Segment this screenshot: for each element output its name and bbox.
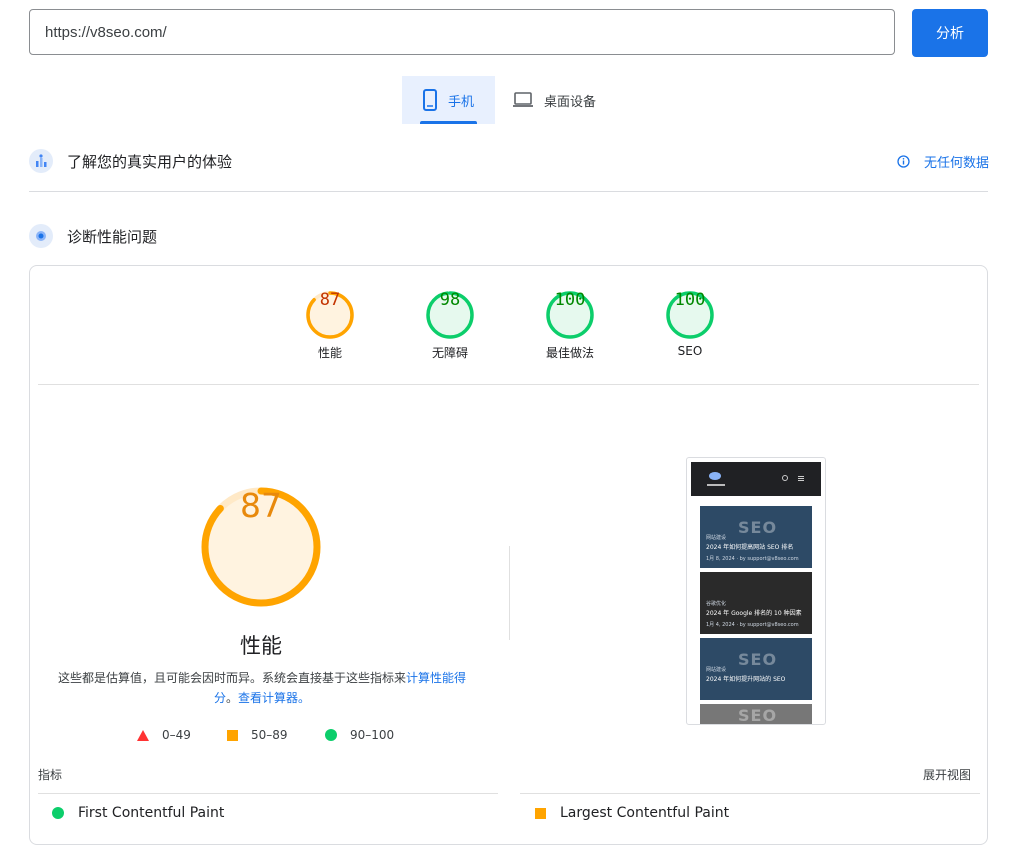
performance-score: 87 xyxy=(240,486,282,525)
gauge-best-practices[interactable]: 100 最佳做法 xyxy=(545,290,595,361)
average-square-icon xyxy=(227,729,238,741)
vertical-divider xyxy=(509,546,510,640)
metric-name: First Contentful Paint xyxy=(78,805,225,821)
legend-pass: 90–100 xyxy=(325,728,394,742)
description-text: 这些都是估算值，且可能会因时而异。系统会直接基于这些指标来 xyxy=(57,671,406,685)
diagnose-icon xyxy=(29,224,53,248)
metric-name: Largest Contentful Paint xyxy=(560,805,730,821)
tab-desktop[interactable]: 桌面设备 xyxy=(508,76,618,124)
smartphone-icon xyxy=(422,89,438,111)
expand-view-toggle[interactable]: 展开视图 xyxy=(923,766,971,783)
legend-fail: 0–49 xyxy=(137,728,191,742)
legend-range: 90–100 xyxy=(350,728,395,742)
gauge-seo[interactable]: 100 SEO xyxy=(665,290,715,358)
performance-description: 这些都是估算值，且可能会因时而异。系统会直接基于这些指标来计算性能得分。查看计算… xyxy=(52,668,472,708)
gauge-label: 最佳做法 xyxy=(545,346,594,360)
gauge-score: 87 xyxy=(319,290,341,310)
screenshot-card: SEO 网站建设 2024 年如何提升网站的 SEO xyxy=(700,638,812,700)
gauge-score: 100 xyxy=(554,290,586,310)
report-panel: 87 性能 98 无障碍 100 最佳做法 100 SEO 87 性能 这些都是… xyxy=(29,265,988,845)
legend-range: 50–89 xyxy=(251,728,288,742)
legend-average: 50–89 xyxy=(227,728,288,742)
laptop-icon xyxy=(512,92,534,108)
metric-fcp: First Contentful Paint xyxy=(52,805,224,821)
lab-data-header: 诊断性能问题 xyxy=(29,224,989,248)
tab-mobile[interactable]: 手机 xyxy=(402,76,495,124)
metric-divider xyxy=(38,793,498,794)
field-data-title: 了解您的真实用户的体验 xyxy=(67,152,233,171)
average-square-icon xyxy=(535,807,546,819)
screenshot-card: 谷歌优化 2024 年 Google 排名的 10 种因素 1月 4, 2024… xyxy=(700,572,812,634)
metrics-header: 指标 xyxy=(38,768,63,782)
url-input[interactable] xyxy=(29,9,895,55)
gauge-accessibility[interactable]: 98 无障碍 xyxy=(425,290,475,361)
legend-range: 0–49 xyxy=(162,728,191,742)
lab-data-title: 诊断性能问题 xyxy=(67,227,158,246)
gauge-label: 无障碍 xyxy=(431,346,468,360)
users-chart-icon xyxy=(29,149,53,173)
field-data-header: 了解您的真实用户的体验 无任何数据 xyxy=(29,149,989,173)
gauge-score: 98 xyxy=(439,290,461,310)
pass-circle-icon xyxy=(325,729,337,741)
screenshot-card: SEO xyxy=(700,704,812,724)
metric-lcp: Largest Contentful Paint xyxy=(535,805,729,821)
gauge-label: SEO xyxy=(677,344,703,358)
analyze-button[interactable]: 分析 xyxy=(912,9,988,57)
no-data-link[interactable]: 无任何数据 xyxy=(897,152,989,171)
gauge-performance[interactable]: 87 性能 xyxy=(305,290,355,361)
tab-desktop-label: 桌面设备 xyxy=(544,94,597,110)
description-sep: 。 xyxy=(225,691,238,705)
no-data-label: 无任何数据 xyxy=(923,155,989,171)
fail-triangle-icon xyxy=(137,729,149,741)
metric-divider xyxy=(520,793,980,794)
section-divider xyxy=(29,191,988,192)
calculator-link[interactable]: 查看计算器。 xyxy=(238,691,310,705)
screenshot-nav xyxy=(691,462,821,496)
divider xyxy=(38,384,979,385)
screenshot-card: SEO 网站建设 2024 年如何提高网站 SEO 排名 1月 8, 2024 … xyxy=(700,506,812,568)
tab-mobile-label: 手机 xyxy=(448,94,475,110)
performance-title: 性能 xyxy=(240,634,282,658)
page-screenshot[interactable]: SEO 网站建设 2024 年如何提高网站 SEO 排名 1月 8, 2024 … xyxy=(686,457,826,725)
gauge-label: 性能 xyxy=(317,346,342,360)
gauge-score: 100 xyxy=(674,290,706,310)
info-icon xyxy=(897,154,910,168)
pass-circle-icon xyxy=(52,807,64,819)
